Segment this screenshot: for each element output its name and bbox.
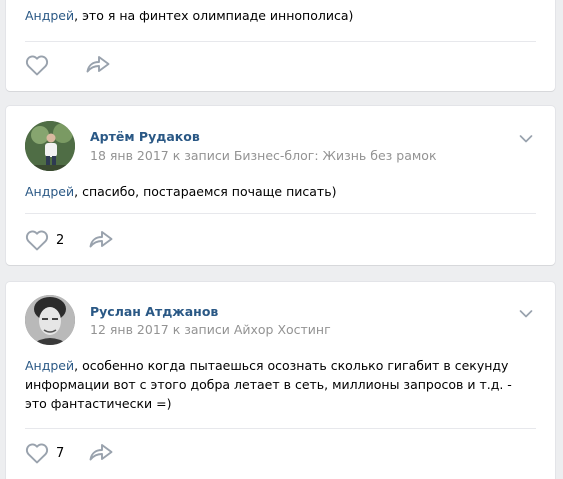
avatar[interactable] [25,121,75,171]
share-button[interactable] [85,54,111,77]
comment-actions: 2 [25,227,114,253]
comment-text: Андрей, это я на финтех олимпиаде иннопо… [25,8,354,23]
target-post-link[interactable]: Бизнес-блог: Жизнь без рамок [234,148,437,163]
mention-link[interactable]: Андрей [25,184,74,199]
comment-text: Андрей, особенно когда пытаешься осознат… [25,358,512,411]
like-button[interactable] [25,54,56,76]
author-name[interactable]: Артём Рудаков [90,129,200,144]
comment-card: Руслан Атджанов 12 янв 2017 к записи Айх… [6,282,555,479]
comment-meta: 18 янв 2017 к записи Бизнес-блог: Жизнь … [90,148,437,163]
share-button[interactable] [88,442,114,465]
comment-actions [25,52,111,78]
share-arrow-icon [86,55,110,72]
comment-card: Андрей, это я на финтех олимпиаде иннопо… [6,0,555,91]
heart-icon [25,443,49,464]
heart-icon [25,230,49,251]
like-count: 7 [56,445,65,461]
comment-date[interactable]: 18 янв 2017 [90,148,169,163]
comment-date[interactable]: 12 янв 2017 [90,322,169,337]
comment-card: Артём Рудаков 18 янв 2017 к записи Бизне… [6,106,555,265]
avatar[interactable] [25,295,75,345]
divider [25,213,536,214]
divider [25,428,536,429]
mention-link[interactable]: Андрей [25,358,74,373]
comment-meta: 12 янв 2017 к записи Айхор Хостинг [90,322,331,337]
author-name[interactable]: Руслан Атджанов [90,304,218,319]
like-count: 2 [56,232,65,248]
like-button[interactable]: 2 [25,229,64,251]
divider [25,41,536,42]
share-arrow-icon [89,230,113,247]
target-post-link[interactable]: Айхор Хостинг [234,322,331,337]
heart-icon [25,55,49,76]
chevron-down-icon[interactable] [519,309,533,319]
like-button[interactable]: 7 [25,442,64,464]
chevron-down-icon[interactable] [519,134,533,144]
comment-actions: 7 [25,440,114,466]
mention-link[interactable]: Андрей [25,8,74,23]
share-arrow-icon [89,443,113,460]
comment-text: Андрей, спасибо, постараемся почаще писа… [25,184,337,199]
share-button[interactable] [88,229,114,252]
